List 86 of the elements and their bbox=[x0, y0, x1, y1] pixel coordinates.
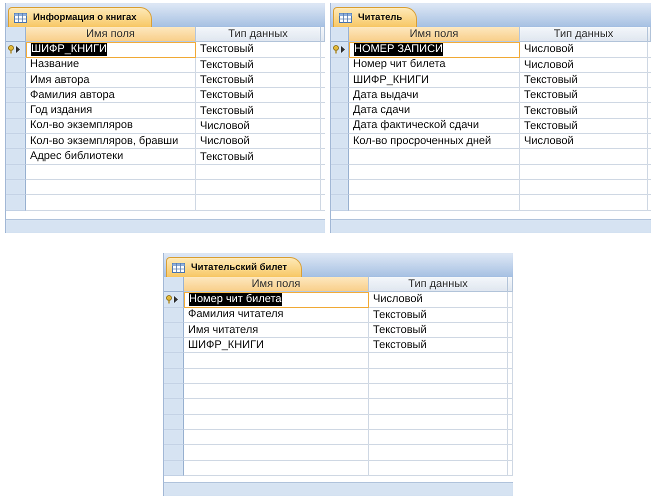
column-header[interactable]: Имя поля bbox=[184, 277, 369, 292]
data-type-cell[interactable]: Числовой bbox=[369, 292, 508, 308]
field-name-cell[interactable]: ШИФР_КНИГИ bbox=[349, 72, 520, 88]
column-header[interactable] bbox=[508, 277, 513, 292]
field-name-cell[interactable]: Кол-во просроченных дней bbox=[349, 134, 520, 150]
empty-cell[interactable] bbox=[369, 460, 508, 476]
column-header[interactable] bbox=[321, 27, 325, 42]
empty-cell[interactable] bbox=[508, 353, 513, 369]
description-cell[interactable] bbox=[508, 338, 513, 354]
column-header[interactable] bbox=[648, 27, 651, 42]
field-name-cell[interactable]: Дата фактической сдачи bbox=[349, 118, 520, 134]
empty-cell[interactable] bbox=[369, 353, 508, 369]
field-name-cell[interactable]: ШИФР_КНИГИ bbox=[26, 42, 196, 58]
data-type-cell[interactable]: Числовой bbox=[520, 58, 648, 73]
column-header[interactable]: Тип данных bbox=[196, 27, 321, 42]
data-type-cell[interactable]: Текстовый bbox=[369, 322, 508, 338]
field-name-cell[interactable]: Дата сдачи bbox=[349, 103, 520, 119]
field-name-cell[interactable]: Номер чит билета bbox=[184, 292, 369, 308]
row-selector[interactable] bbox=[164, 292, 184, 308]
data-type-cell[interactable]: Текстовый bbox=[196, 58, 321, 73]
table-tab[interactable]: Читательский билет bbox=[166, 257, 302, 277]
data-type-cell[interactable]: Текстовый bbox=[196, 149, 321, 165]
empty-cell[interactable] bbox=[520, 195, 648, 211]
field-name-cell[interactable]: Имя автора bbox=[26, 72, 196, 88]
field-name-cell[interactable]: Название bbox=[26, 58, 196, 73]
field-name-cell[interactable]: Год издания bbox=[26, 103, 196, 119]
description-cell[interactable] bbox=[508, 308, 513, 323]
empty-cell[interactable] bbox=[196, 164, 321, 180]
empty-cell[interactable] bbox=[508, 445, 513, 461]
empty-cell[interactable] bbox=[508, 414, 513, 430]
data-type-cell[interactable]: Текстовый bbox=[520, 72, 648, 88]
primary-key-icon bbox=[8, 44, 22, 54]
column-header[interactable]: Имя поля bbox=[349, 27, 520, 42]
column-header[interactable]: Тип данных bbox=[369, 277, 508, 292]
column-header[interactable]: Имя поля bbox=[26, 27, 196, 42]
field-name-cell[interactable]: ШИФР_КНИГИ bbox=[184, 338, 369, 354]
table-icon bbox=[339, 12, 352, 22]
empty-cell[interactable] bbox=[196, 195, 321, 211]
row-selector[interactable] bbox=[6, 42, 26, 58]
empty-cell[interactable] bbox=[520, 180, 648, 196]
field-name-cell[interactable]: Дата выдачи bbox=[349, 88, 520, 104]
data-type-cell[interactable]: Числовой bbox=[196, 134, 321, 150]
empty-cell[interactable] bbox=[520, 164, 648, 180]
empty-cell[interactable] bbox=[369, 399, 508, 415]
primary-key-icon bbox=[333, 44, 347, 54]
field-name-cell[interactable]: Фамилия читателя bbox=[184, 308, 369, 323]
table-icon bbox=[14, 12, 27, 22]
field-name-cell[interactable]: Кол-во экземпляров, бравши bbox=[26, 134, 196, 150]
empty-cell[interactable] bbox=[508, 399, 513, 415]
empty-cell[interactable] bbox=[508, 384, 513, 400]
data-type-cell[interactable]: Текстовый bbox=[196, 42, 321, 58]
field-name-cell[interactable]: НОМЕР ЗАПИСИ bbox=[349, 42, 520, 58]
data-type-cell[interactable]: Текстовый bbox=[520, 118, 648, 134]
description-cell[interactable] bbox=[508, 292, 513, 308]
description-cell[interactable] bbox=[508, 322, 513, 338]
empty-cell[interactable] bbox=[508, 368, 513, 384]
data-type-cell[interactable]: Текстовый bbox=[369, 308, 508, 323]
row-selector[interactable] bbox=[331, 42, 349, 58]
empty-cell[interactable] bbox=[369, 445, 508, 461]
table-tab[interactable]: Читатель bbox=[333, 7, 418, 27]
field-name-cell[interactable]: Кол-во экземпляров bbox=[26, 118, 196, 134]
field-name-cell[interactable]: Номер чит билета bbox=[349, 58, 520, 73]
empty-cell[interactable] bbox=[508, 430, 513, 446]
field-name-cell[interactable]: Имя читателя bbox=[184, 322, 369, 338]
data-type-cell[interactable]: Числовой bbox=[196, 118, 321, 134]
data-type-cell[interactable]: Числовой bbox=[520, 42, 648, 58]
column-header[interactable]: Тип данных bbox=[520, 27, 648, 42]
empty-cell[interactable] bbox=[369, 368, 508, 384]
table-icon bbox=[172, 262, 185, 272]
empty-cell[interactable] bbox=[369, 384, 508, 400]
empty-cell[interactable] bbox=[196, 180, 321, 196]
empty-cell[interactable] bbox=[508, 460, 513, 476]
data-type-cell[interactable]: Текстовый bbox=[520, 103, 648, 119]
data-type-cell[interactable]: Текстовый bbox=[520, 88, 648, 104]
empty-cell[interactable] bbox=[369, 430, 508, 446]
field-name-cell[interactable]: Адрес библиотеки bbox=[26, 149, 196, 165]
empty-cell[interactable] bbox=[520, 149, 648, 165]
data-type-cell[interactable]: Текстовый bbox=[196, 88, 321, 104]
table-tab[interactable]: Информация о книгах bbox=[8, 7, 152, 27]
field-name-cell[interactable]: Фамилия автора bbox=[26, 88, 196, 104]
data-type-cell[interactable]: Текстовый bbox=[196, 103, 321, 119]
data-type-cell[interactable]: Числовой bbox=[520, 134, 648, 150]
empty-cell[interactable] bbox=[369, 414, 508, 430]
primary-key-icon bbox=[166, 294, 180, 304]
data-type-cell[interactable]: Текстовый bbox=[196, 72, 321, 88]
data-type-cell[interactable]: Текстовый bbox=[369, 338, 508, 354]
